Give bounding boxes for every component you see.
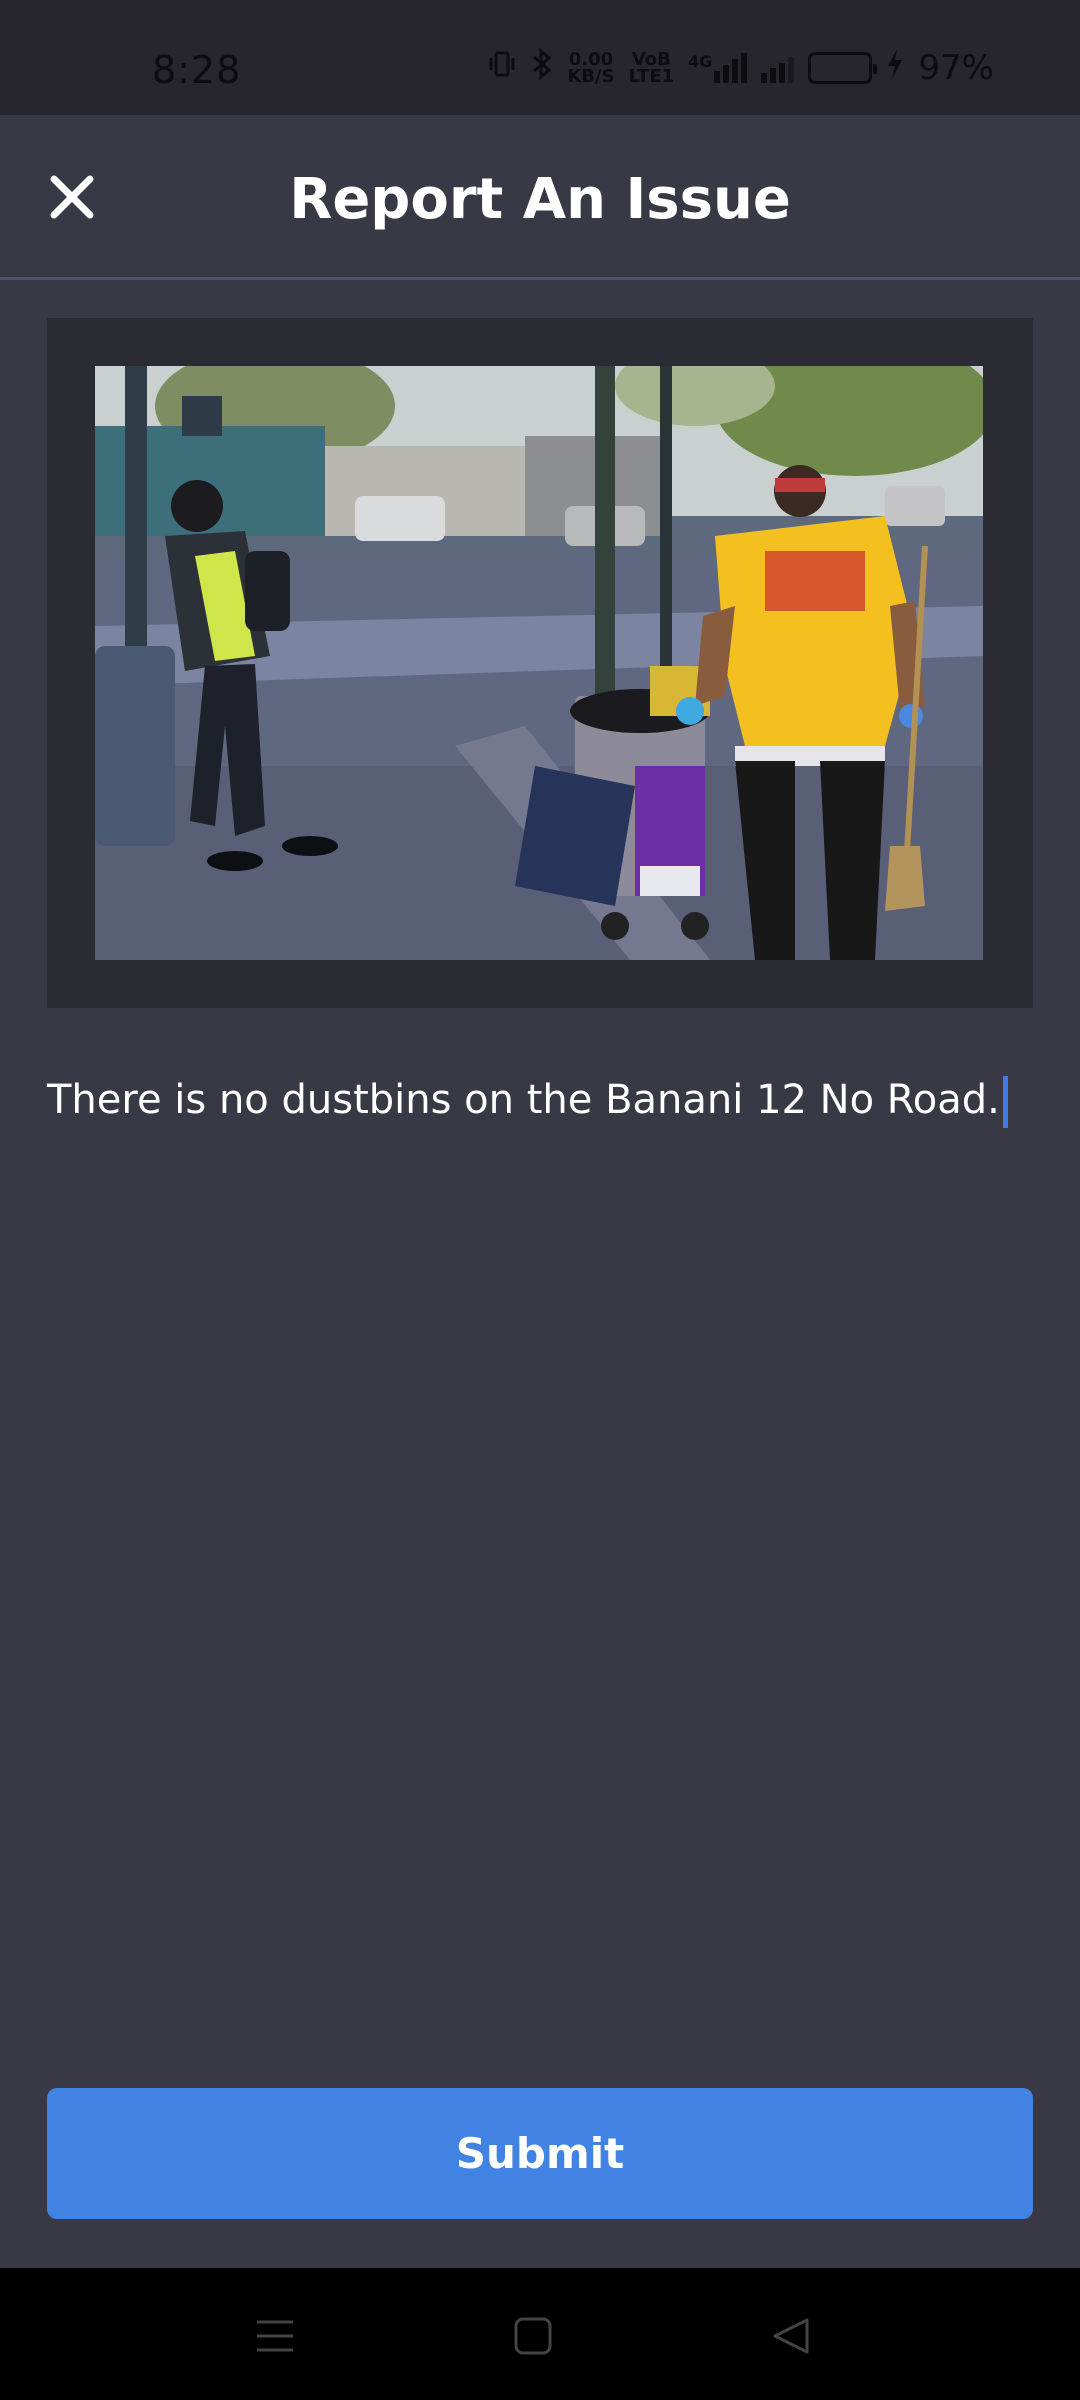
app-header: Report An Issue — [0, 115, 1080, 280]
status-bar: 8:28 0.00 KB/S VoB LTE1 4G 97% — [0, 0, 1080, 115]
issue-photo[interactable] — [95, 366, 983, 960]
volte-indicator: VoB LTE1 — [628, 49, 675, 87]
menu-button[interactable] — [247, 2308, 303, 2364]
text-caret — [1002, 1076, 1008, 1128]
battery-icon — [808, 52, 878, 84]
charging-icon — [886, 48, 904, 88]
battery-percent: 97% — [918, 48, 994, 88]
back-icon — [773, 2318, 809, 2354]
description-text: There is no dustbins on the Banani 12 No… — [47, 1077, 1000, 1123]
home-icon — [514, 2317, 552, 2355]
back-button[interactable] — [763, 2308, 819, 2364]
bluetooth-icon — [531, 47, 553, 88]
status-time: 8:28 — [152, 48, 242, 92]
signal-icon: 4G — [688, 53, 748, 83]
submit-button[interactable]: Submit — [47, 2088, 1033, 2219]
system-nav-bar — [0, 2268, 1080, 2400]
net-speed: 0.00 KB/S — [567, 49, 615, 87]
menu-icon — [257, 2320, 293, 2352]
signal-2-icon — [761, 53, 795, 83]
home-button[interactable] — [505, 2308, 561, 2364]
status-icons: 0.00 KB/S VoB LTE1 4G 97% — [487, 47, 994, 88]
photo-frame — [47, 318, 1033, 1008]
vibrate-icon — [487, 49, 517, 87]
issue-description[interactable]: There is no dustbins on the Banani 12 No… — [47, 1070, 1033, 1130]
page-title: Report An Issue — [289, 167, 791, 232]
